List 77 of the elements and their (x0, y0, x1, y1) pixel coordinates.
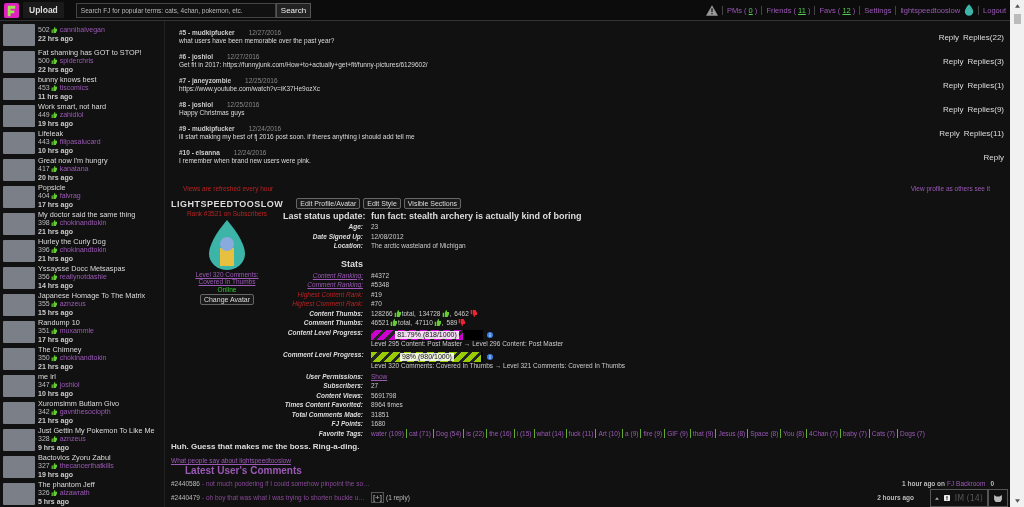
status-text: fun fact: stealth archery is actually kind of boring (371, 210, 583, 222)
thumbs-up-icon (393, 309, 401, 317)
thumbs-up-icon (50, 220, 57, 227)
thumbs-up-icon (50, 382, 57, 389)
avatar-drawing (207, 218, 247, 270)
scroll-down-icon[interactable] (1014, 499, 1020, 503)
field-label: Last status update: (283, 210, 363, 222)
replies-link[interactable]: Replies(22) (963, 32, 1004, 42)
thumbnail-placeholder[interactable] (3, 455, 35, 478)
thumbs-up-icon (50, 112, 57, 119)
thumbnail-placeholder[interactable] (3, 293, 35, 316)
avatar-icon[interactable] (964, 4, 975, 16)
thumbs-up-icon (390, 319, 398, 327)
stats-heading: Stats (340, 257, 363, 271)
thumbnail-placeholder[interactable] (3, 428, 35, 451)
info-icon[interactable] (487, 331, 493, 338)
scrollbar[interactable] (1010, 0, 1024, 507)
profile-motto: Huh. Guess that makes me the boss. Ring-a-ding. (171, 442, 361, 451)
thumbs-up-icon (50, 328, 57, 335)
replies-link[interactable]: Replies(3) (967, 56, 1004, 66)
thumbs-down-icon (469, 309, 477, 317)
reply-link[interactable]: Reply (943, 56, 964, 66)
im-bar[interactable]: IM (14) (929, 489, 988, 507)
thumbnail-placeholder[interactable] (3, 104, 35, 127)
thumbs-up-icon (50, 355, 57, 362)
scroll-up-icon[interactable] (1014, 4, 1020, 8)
reply-link[interactable]: Reply (943, 104, 964, 114)
thumbs-up-icon (50, 166, 57, 173)
thumbs-up-icon (50, 301, 57, 308)
thumbnail-placeholder[interactable] (3, 482, 35, 505)
thumbnail-placeholder[interactable] (3, 50, 35, 73)
thumbs-up-icon (50, 247, 57, 254)
cat-icon (994, 494, 1002, 502)
thumbs-down-icon (458, 319, 466, 327)
thumbs-up-icon (50, 274, 57, 281)
thumbs-up-icon (50, 193, 57, 200)
thumbs-up-icon (50, 27, 57, 34)
replies-link[interactable]: Replies(1) (967, 80, 1004, 90)
thumbs-up-icon (50, 139, 57, 146)
thumbnail-placeholder[interactable] (3, 266, 35, 289)
reply-link[interactable]: Reply (939, 128, 960, 138)
thumbnail-placeholder[interactable] (3, 239, 35, 262)
expand-button[interactable]: [+] (370, 491, 384, 503)
logo-icon[interactable] (4, 2, 19, 18)
thumbnail-placeholder[interactable] (3, 158, 35, 181)
reply-link[interactable]: Reply (943, 80, 964, 90)
thumbs-up-icon (50, 409, 57, 416)
thumbnail-placeholder[interactable] (3, 374, 35, 397)
thumbnail-placeholder[interactable] (3, 212, 35, 235)
thumbs-up-icon (50, 490, 57, 497)
profile-username: LIGHTSPEEDTOOSLOW (171, 198, 284, 209)
thumbs-up-icon (441, 309, 449, 317)
replies-link[interactable]: Replies(9) (967, 104, 1004, 114)
thumbnail-placeholder[interactable] (3, 131, 35, 154)
thumbs-up-icon (50, 436, 57, 443)
thumbnail-placeholder[interactable] (3, 320, 35, 343)
scroll-thumb[interactable] (1013, 14, 1021, 24)
info-icon[interactable] (487, 353, 493, 360)
alert-icon (943, 495, 950, 501)
caret-up-icon (934, 496, 939, 500)
reply-link[interactable]: Reply (983, 152, 1004, 162)
upload-button[interactable]: Upload (23, 2, 64, 18)
thumbs-up-icon (50, 58, 57, 65)
latest-comments-heading: Latest User's Comments (184, 465, 303, 476)
thumbnail-placeholder[interactable] (3, 185, 35, 208)
search-button[interactable]: Search (275, 2, 312, 18)
thumbnail-placeholder[interactable] (3, 77, 35, 100)
replies-link[interactable]: Replies(11) (963, 128, 1004, 138)
thumbs-up-icon (433, 319, 441, 327)
cat-button[interactable] (988, 489, 1008, 507)
thumbnail-placeholder[interactable] (3, 347, 35, 370)
warning-icon[interactable] (705, 4, 718, 16)
thumbs-up-icon (50, 463, 57, 470)
thumbs-up-icon (50, 85, 57, 92)
thumbnail-placeholder[interactable] (3, 23, 35, 46)
thumbnail-placeholder[interactable] (3, 401, 35, 424)
reply-link[interactable]: Reply (938, 32, 960, 42)
